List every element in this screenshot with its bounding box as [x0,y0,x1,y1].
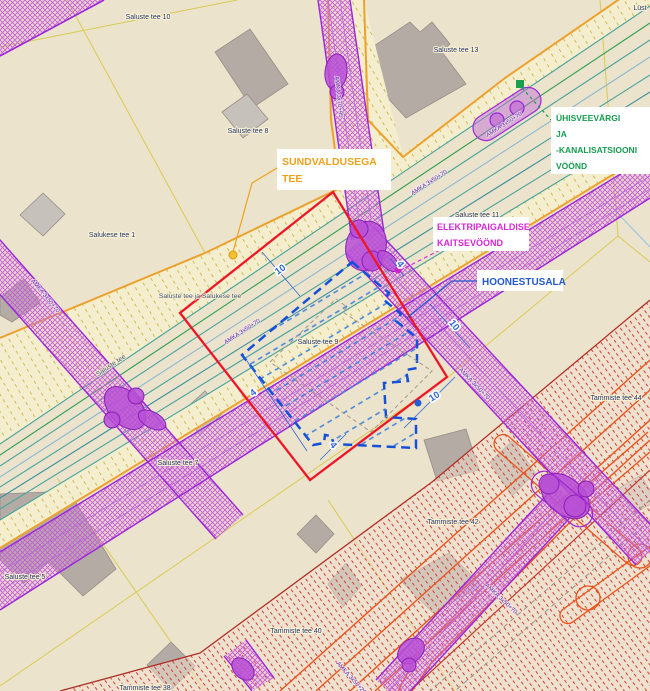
annotation-text: SUNDVALDUSEGA [282,156,377,168]
street-label: Saluste tee ja Salukese tee [159,293,242,300]
parcel-label: Saluste tee 13 [434,47,479,54]
annotation-elektripaigaldise-kaitsevoond: ELEKTRIPAIGALDISE KAITSEVÖÖND [433,217,530,251]
annotation-text: -KANALISATSIOONI [556,145,637,155]
parcel-label: Salukese tee 1 [89,232,135,239]
annotation-uhisveevargi-voond: ÜHISVEEVÄRGI JA -KANALISATSIOONI VÖÖND [551,107,650,174]
parcel-label: Saluste tee 9 [298,339,339,346]
annotation-text: JA [556,129,567,139]
annotation-text: KAITSEVÖÖND [437,238,504,248]
map-canvas[interactable]: Saluste tee 10 Saluste tee 13 Saluste tee … [0,0,650,691]
road-point-marker [229,251,237,259]
parcel-label: Saluste tee 10 [126,14,171,21]
blue-point-marker [415,400,422,407]
annotation-sundvaldusega-tee: SUNDVALDUSEGA TEE [277,149,391,190]
parcel-label: Lüst [633,5,646,12]
annotation-text: TEE [282,173,302,185]
annotation-hoonestusala: HOONESTUSALA [477,270,566,291]
water-connection-marker [516,80,524,88]
parcel-label: Saluste tee 8 [228,128,269,135]
parcel-label: Tammiste tee 40 [270,628,321,635]
annotation-text: ELEKTRIPAIGALDISE [437,222,530,232]
parcel-label: Saluste tee 7 [158,460,199,467]
parcel-label: Saluste tee 5 [5,574,46,581]
parcel-label: Tammiste tee 42 [427,519,478,526]
annotation-text: VÖÖND [556,161,587,171]
map-viewport[interactable]: Saluste tee 10 Saluste tee 13 Saluste tee … [0,0,650,691]
annotation-text: ÜHISVEEVÄRGI [556,113,620,123]
parcel-label: Tammiste tee 38 [119,685,170,691]
annotation-text: HOONESTUSALA [482,277,566,288]
parcel-label: Tammiste tee 44 [590,395,641,402]
